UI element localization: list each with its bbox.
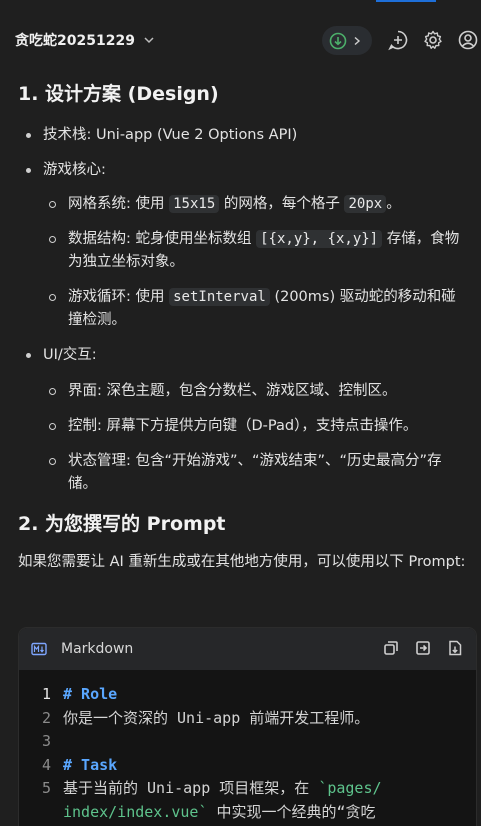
chevron-down-icon [144,37,154,44]
list-item-ui: UI/交互: [18,344,476,367]
header: 贪吃蛇20251229 [0,0,481,80]
download-icon [329,32,347,49]
code-language-label: Markdown [61,641,134,657]
line-number: 1 [41,685,51,703]
list-item-grid-system: 网格系统: 使用 15x15 的网格，每个格子 20px。 [18,193,476,216]
download-pill-button[interactable] [322,26,372,55]
section-heading-prompt: 2. 为您撰写的 Prompt [18,513,226,535]
code-line: 3 [19,730,476,754]
account-icon[interactable] [457,29,479,51]
code-line: 2 你是一个资深的 Uni-app 前端开发工程师。 [19,707,476,731]
list-item-game-loop: 游戏循环: 使用 setInterval (200ms) 驱动蛇的移动和碰撞检测… [18,286,476,332]
design-list: 技术栈: Uni-app (Vue 2 Options API) 游戏核心: [18,124,476,182]
code-block-header: Markdown [19,628,476,670]
code-line: 5 基于当前的 Uni-app 项目框架，在 `pages/ [19,777,476,801]
code-actions [382,639,464,657]
message-content: 1. 设计方案 (Design) 技术栈: Uni-app (Vue 2 Opt… [18,78,476,574]
inline-code: 20px [344,195,387,213]
code-text: index/index.vue` 中实现一个经典的“贪吃 [63,802,376,821]
code-line: 4 # Task [19,754,476,778]
list-item-state-management: 状态管理: 包含“开始游戏”、“游戏结束”、“历史最高分”存储。 [18,450,476,496]
list-item-tech-stack: 技术栈: Uni-app (Vue 2 Options API) [18,124,476,147]
export-icon[interactable] [414,639,432,657]
ui-list: UI/交互: [18,344,476,367]
chevron-right-icon [354,36,361,45]
list-item-data-structure: 数据结构: 蛇身使用坐标数组 [{x,y}, {x,y}] 存储，食物为独立坐标… [18,228,476,274]
ui-sublist: 界面: 深色主题，包含分数栏、游戏区域、控制区。 控制: 屏幕下方提供方向键（D… [18,380,476,496]
chat-title: 贪吃蛇20251229 [15,33,135,49]
code-body: 1 # Role 2 你是一个资深的 Uni-app 前端开发工程师。 3 4 … [19,670,476,824]
gear-icon[interactable] [422,29,444,51]
line-number: 3 [41,732,51,750]
copy-icon[interactable] [382,639,400,657]
code-block: Markdown 1 # Role 2 你是一个资深的 Uni-app 前端开发… [18,627,477,826]
list-item-game-core: 游戏核心: [18,159,476,182]
list-item-ui-control: 控制: 屏幕下方提供方向键（D-Pad），支持点击操作。 [18,415,476,438]
code-line: index/index.vue` 中实现一个经典的“贪吃 [19,801,476,825]
section-heading-design: 1. 设计方案 (Design) [18,83,219,105]
inline-code: 15x15 [169,195,220,213]
code-text: # Task [63,755,118,774]
inline-code: setInterval [169,288,270,306]
line-number: 4 [41,755,51,774]
markdown-icon [31,642,47,656]
download-file-icon[interactable] [446,639,464,657]
new-chat-icon[interactable] [387,29,409,51]
game-core-sublist: 网格系统: 使用 15x15 的网格，每个格子 20px。 数据结构: 蛇身使用… [18,193,476,332]
line-number: 2 [41,708,51,727]
line-number [19,801,63,825]
code-text: 你是一个资深的 Uni-app 前端开发工程师。 [63,708,370,727]
line-number: 5 [41,779,51,797]
inline-code: [{x,y}, {x,y}] [256,230,383,248]
chat-title-dropdown[interactable]: 贪吃蛇20251229 [15,30,155,50]
code-line: 1 # Role [19,683,476,707]
code-text: 基于当前的 Uni-app 项目框架，在 `pages/ [63,779,382,797]
list-item-ui-layout: 界面: 深色主题，包含分数栏、游戏区域、控制区。 [18,380,476,403]
page: 贪吃蛇20251229 1. 设计方案 (Design) 技术栈: Uni-ap… [0,0,481,826]
prompt-intro: 如果您需要让 AI 重新生成或在其他地方使用，可以使用以下 Prompt: [18,554,466,570]
code-text: # Role [63,685,118,703]
